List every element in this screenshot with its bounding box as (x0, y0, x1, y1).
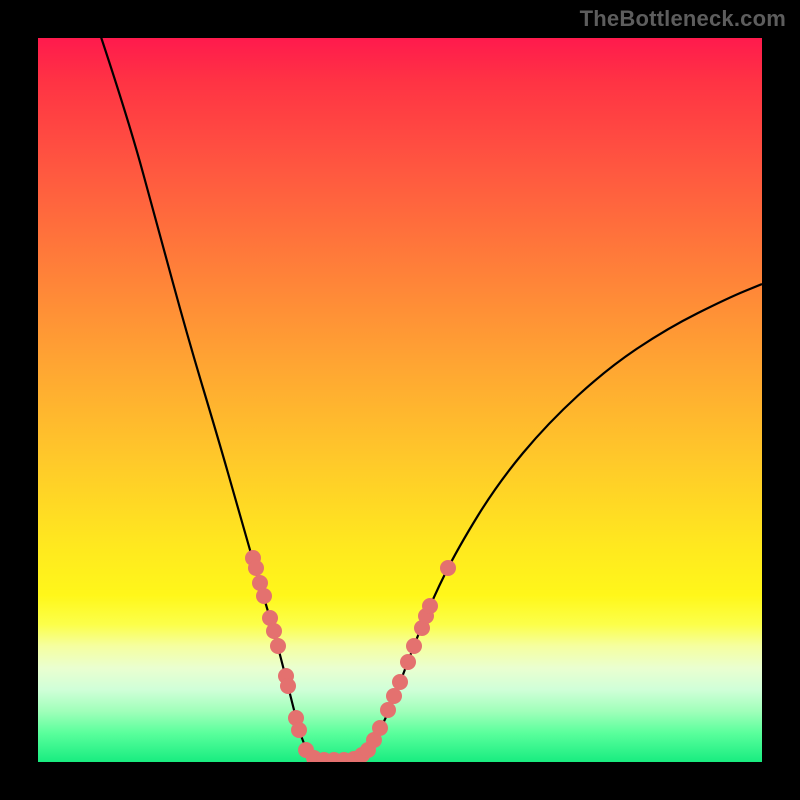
curve-marker-dot (248, 560, 264, 576)
bottleneck-curve (98, 38, 762, 760)
curve-marker-dot (400, 654, 416, 670)
curve-marker-dot (372, 720, 388, 736)
curve-marker-dot (256, 588, 272, 604)
curve-marker-dot (406, 638, 422, 654)
curve-marker-dot (270, 638, 286, 654)
curve-marker-dot (380, 702, 396, 718)
watermark-text: TheBottleneck.com (580, 6, 786, 32)
curve-marker-dot (291, 722, 307, 738)
chart-plot-area (38, 38, 762, 762)
curve-marker-dot (386, 688, 402, 704)
curve-marker-dot (440, 560, 456, 576)
curve-marker-dot (280, 678, 296, 694)
curve-markers (245, 550, 456, 762)
curve-marker-dot (392, 674, 408, 690)
curve-marker-dot (266, 623, 282, 639)
chart-svg (38, 38, 762, 762)
curve-marker-dot (422, 598, 438, 614)
